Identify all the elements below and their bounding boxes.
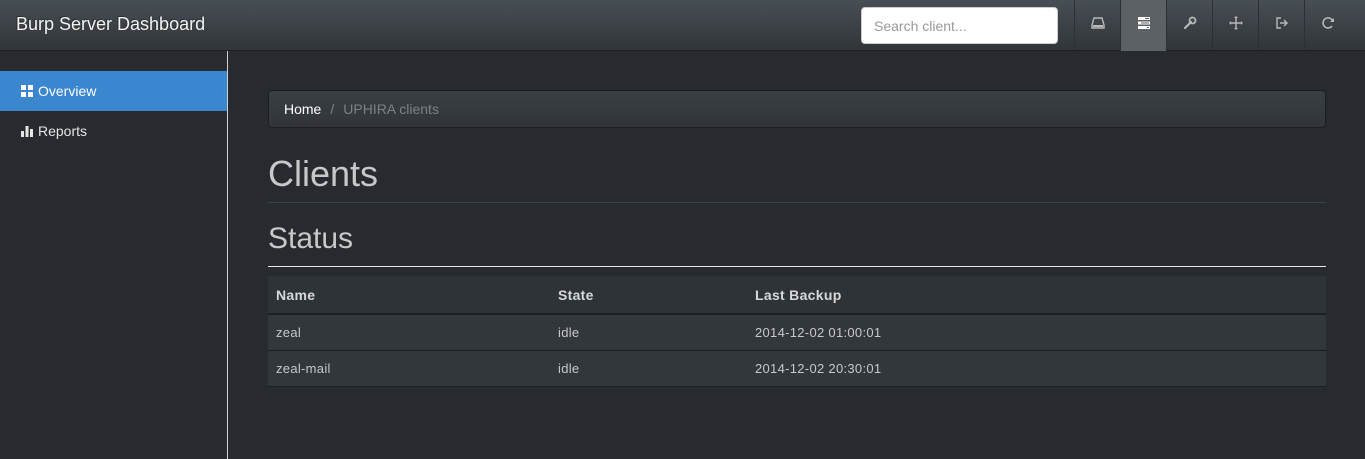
dashboard-icon xyxy=(20,84,34,98)
move-button[interactable] xyxy=(1212,0,1258,51)
column-header-name[interactable]: Name xyxy=(268,276,550,315)
refresh-button[interactable] xyxy=(1304,0,1350,51)
column-header-state[interactable]: State xyxy=(550,276,747,315)
refresh-icon xyxy=(1321,16,1335,35)
sidebar-item-label: Reports xyxy=(38,123,88,139)
sidebar-item-overview[interactable]: Overview xyxy=(0,71,227,111)
table-row[interactable]: zeal idle 2014-12-02 01:00:01 xyxy=(268,314,1326,351)
divider xyxy=(268,202,1326,203)
tasks-button[interactable] xyxy=(1120,0,1166,51)
logout-icon xyxy=(1275,16,1289,35)
section-title: Status xyxy=(268,222,354,255)
column-header-last-backup[interactable]: Last Backup xyxy=(747,276,1326,315)
sidebar-item-reports[interactable]: Reports xyxy=(0,111,227,151)
wrench-icon xyxy=(1183,16,1197,35)
client-state: idle xyxy=(550,314,747,351)
sidebar: Overview Reports xyxy=(0,51,228,459)
client-last-backup: 2014-12-02 01:00:01 xyxy=(747,314,1326,351)
client-name[interactable]: zeal-mail xyxy=(268,350,550,387)
breadcrumb: Home / UPHIRA clients xyxy=(268,90,1326,128)
client-state: idle xyxy=(550,350,747,387)
tasks-icon xyxy=(1137,16,1151,35)
breadcrumb-separator: / xyxy=(330,101,335,117)
divider xyxy=(268,266,1326,267)
sidebar-item-label: Overview xyxy=(38,83,97,99)
hdd-icon xyxy=(1090,16,1105,35)
table-header-row: Name State Last Backup xyxy=(268,276,1326,315)
client-name[interactable]: zeal xyxy=(268,314,550,351)
app-title[interactable]: Burp Server Dashboard xyxy=(16,14,205,35)
table-row[interactable]: zeal-mail idle 2014-12-02 20:30:01 xyxy=(268,350,1326,387)
move-icon xyxy=(1228,16,1243,35)
settings-button[interactable] xyxy=(1166,0,1212,51)
logout-button[interactable] xyxy=(1258,0,1304,51)
page-title: Clients xyxy=(268,153,379,194)
breadcrumb-current: UPHIRA clients xyxy=(343,101,439,117)
client-last-backup: 2014-12-02 20:30:01 xyxy=(747,350,1326,387)
breadcrumb-home-link[interactable]: Home xyxy=(284,101,321,117)
stats-icon xyxy=(20,124,34,138)
clients-table: Name State Last Backup zeal idle 2014-12… xyxy=(268,276,1326,387)
search-input[interactable] xyxy=(861,7,1058,44)
hdd-button[interactable] xyxy=(1074,0,1120,51)
top-navbar: Burp Server Dashboard xyxy=(0,0,1365,51)
